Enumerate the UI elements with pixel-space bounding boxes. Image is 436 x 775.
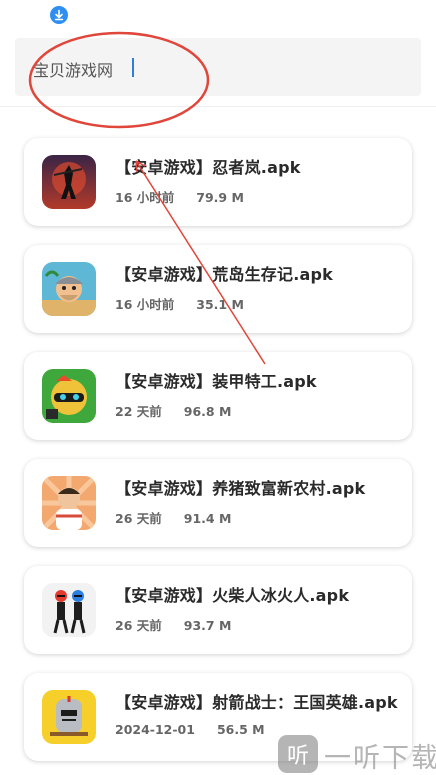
item-meta: 16 小时前 35.1 M <box>115 294 244 313</box>
item-size: 35.1 M <box>196 297 244 312</box>
list-item[interactable]: 【安卓游戏】装甲特工.apk 22 天前 96.8 M <box>24 352 412 440</box>
item-title: 【安卓游戏】养猪致富新农村.apk <box>115 479 366 498</box>
download-icon[interactable] <box>50 6 68 24</box>
item-title: 【安卓游戏】荒岛生存记.apk <box>115 265 333 284</box>
item-time: 16 小时前 <box>115 297 175 312</box>
item-title: 【安卓游戏】忍者岚.apk <box>115 158 301 177</box>
item-size: 56.5 M <box>216 722 265 737</box>
item-time: 22 天前 <box>115 404 162 419</box>
ninja-game-icon <box>42 155 96 209</box>
list-item[interactable]: 【安卓游戏】荒岛生存记.apk 16 小时前 35.1 M <box>24 245 412 333</box>
item-meta: 16 小时前 79.9 M <box>115 187 244 206</box>
list-item[interactable]: 【安卓游戏】火柴人冰火人.apk 26 天前 93.7 M <box>24 566 412 654</box>
stickman-fire-ice-game-icon <box>42 583 96 637</box>
item-size: 79.9 M <box>196 190 244 205</box>
search-input[interactable]: 宝贝游戏网 <box>15 38 421 96</box>
text-cursor <box>132 58 134 77</box>
watermark-text: 一听下载 <box>324 743 436 774</box>
archer-warrior-game-icon <box>42 690 96 744</box>
island-survival-game-icon <box>42 262 96 316</box>
watermark-logo: 听 <box>278 735 318 773</box>
watermark: 听 一听下载 <box>278 733 436 775</box>
armored-agent-game-icon <box>42 369 96 423</box>
item-time: 2024-12-01 <box>115 722 195 737</box>
item-time: 26 天前 <box>115 618 162 633</box>
watermark-logo-glyph: 听 <box>286 744 309 769</box>
list-item[interactable]: 【安卓游戏】忍者岚.apk 16 小时前 79.9 M <box>24 138 412 226</box>
search-input-value: 宝贝游戏网 <box>33 61 114 80</box>
item-time: 26 天前 <box>115 511 162 526</box>
item-meta: 22 天前 96.8 M <box>115 401 231 420</box>
pig-farm-game-icon <box>42 476 96 530</box>
item-meta: 26 天前 91.4 M <box>115 508 231 527</box>
divider <box>0 106 436 107</box>
item-size: 93.7 M <box>183 618 232 633</box>
item-title: 【安卓游戏】装甲特工.apk <box>115 372 317 391</box>
item-title: 【安卓游戏】射箭战士：王国英雄.apk <box>115 693 398 712</box>
list-item[interactable]: 【安卓游戏】养猪致富新农村.apk 26 天前 91.4 M <box>24 459 412 547</box>
item-time: 16 小时前 <box>115 190 175 205</box>
item-title: 【安卓游戏】火柴人冰火人.apk <box>115 586 350 605</box>
item-size: 96.8 M <box>183 404 232 419</box>
status-bar <box>0 0 436 34</box>
item-meta: 26 天前 93.7 M <box>115 615 231 634</box>
item-size: 91.4 M <box>183 511 232 526</box>
item-meta: 2024-12-01 56.5 M <box>115 722 265 737</box>
